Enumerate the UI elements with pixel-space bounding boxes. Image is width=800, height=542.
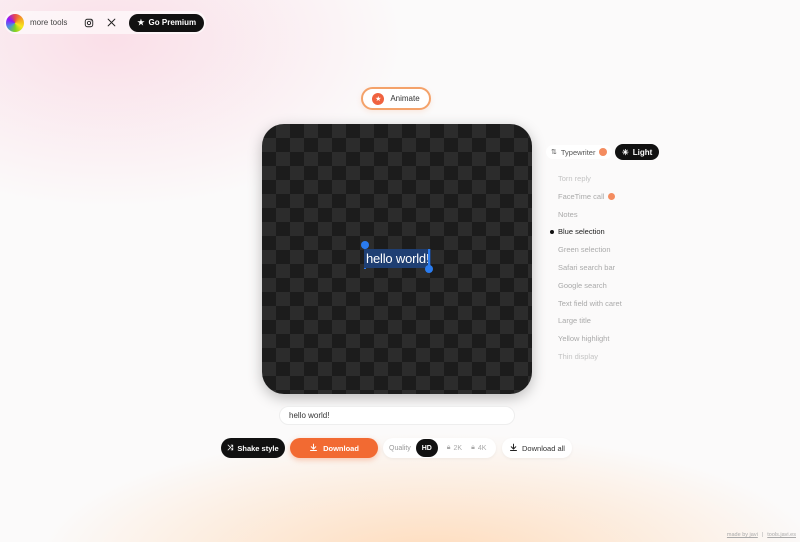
style-item[interactable]: Large title	[548, 315, 668, 333]
download-label: Download	[323, 443, 359, 453]
style-item[interactable]: Text field with caret	[548, 298, 668, 316]
download-button[interactable]: Download	[290, 438, 378, 458]
style-item[interactable]: Blue selection	[548, 226, 668, 244]
style-item-label: FaceTime call	[558, 191, 605, 201]
quality-4k-label: 4K	[477, 444, 487, 452]
style-item[interactable]: Google search	[548, 280, 668, 298]
lock-icon: 🔒︎	[446, 444, 451, 451]
style-item-label: Large title	[558, 316, 591, 326]
light-mode-button[interactable]: ✳ Light	[615, 144, 660, 160]
download-icon	[509, 443, 518, 454]
text-cursor-icon: ⇅	[551, 149, 557, 156]
selection-end-handle[interactable]	[425, 265, 433, 273]
quality-hd-option[interactable]: HD	[415, 439, 438, 457]
style-list: Torn reply FaceTime call Notes Blue selecti…	[548, 173, 668, 369]
style-item[interactable]: Notes	[548, 209, 668, 227]
animate-label: Animate	[390, 94, 420, 103]
style-item-label: Safari search bar	[558, 262, 616, 272]
style-item-label: Yellow highlight	[558, 334, 610, 344]
download-all-label: Download all	[522, 443, 565, 453]
footer-separator: |	[761, 532, 764, 538]
style-item-label: Text field with caret	[558, 298, 622, 308]
instagram-icon[interactable]	[81, 15, 97, 31]
selected-text: hello world!	[364, 249, 432, 268]
quality-4k-option[interactable]: 🔒︎ 4K	[471, 444, 486, 452]
shake-style-label: Shake style	[237, 443, 279, 453]
quality-selector: Quality HD 🔒︎ 2K 🔒︎ 4K	[383, 438, 496, 458]
style-item[interactable]: FaceTime call	[548, 191, 668, 209]
made-by-link[interactable]: made by javi	[727, 532, 758, 538]
download-icon	[309, 443, 318, 454]
style-item-label: Green selection	[558, 245, 611, 255]
download-all-button[interactable]: Download all	[502, 438, 572, 458]
style-item[interactable]: Safari search bar	[548, 262, 668, 280]
more-tools-link[interactable]: more tools	[30, 18, 67, 27]
preview-canvas: hello world!	[262, 124, 532, 394]
style-item[interactable]: Torn reply	[548, 173, 668, 191]
text-input[interactable]: hello world!	[279, 406, 515, 425]
text-input-value: hello world!	[289, 411, 330, 420]
bottom-toolbar: ⤨ Shake style Download Quality HD 🔒︎ 2K …	[0, 438, 800, 458]
quality-2k-option[interactable]: 🔒︎ 2K	[447, 444, 462, 452]
footer: made by javi | tools.javi.es	[727, 532, 796, 538]
style-item-label: Blue selection	[558, 227, 605, 237]
selection-start-handle[interactable]	[361, 241, 369, 249]
lock-icon: 🔒︎	[471, 444, 475, 451]
quality-2k-label: 2K	[453, 444, 463, 452]
shuffle-icon: ⤨	[227, 443, 234, 452]
go-premium-label: Go Premium	[148, 18, 197, 27]
x-icon[interactable]	[103, 15, 119, 31]
animate-star-icon: ★	[372, 92, 385, 105]
go-premium-button[interactable]: ★ Go Premium	[129, 13, 205, 32]
style-item[interactable]: Yellow highlight	[548, 333, 668, 351]
style-item[interactable]: Green selection	[548, 244, 668, 262]
premium-badge-icon	[608, 192, 616, 200]
style-item-label: Thin display	[558, 351, 599, 361]
style-item[interactable]: Thin display	[548, 351, 668, 369]
style-item-label: Notes	[558, 209, 578, 219]
quality-label: Quality	[389, 444, 411, 452]
style-item-label: Torn reply	[558, 174, 591, 183]
typewriter-toggle[interactable]: ⇅ Typewriter	[546, 145, 613, 159]
premium-badge-icon	[599, 148, 608, 156]
logo-icon[interactable]	[6, 13, 24, 32]
animate-button[interactable]: ★ Animate	[361, 87, 431, 110]
star-icon: ★	[137, 18, 145, 27]
shake-style-button[interactable]: ⤨ Shake style	[221, 438, 285, 458]
top-bar: more tools ★ Go Premium	[4, 11, 207, 34]
style-item-label: Google search	[558, 280, 607, 290]
domain-link[interactable]: tools.javi.es	[767, 532, 796, 538]
light-label: Light	[632, 147, 653, 157]
typewriter-label: Typewriter	[560, 147, 596, 157]
sun-icon: ✳	[622, 147, 629, 157]
